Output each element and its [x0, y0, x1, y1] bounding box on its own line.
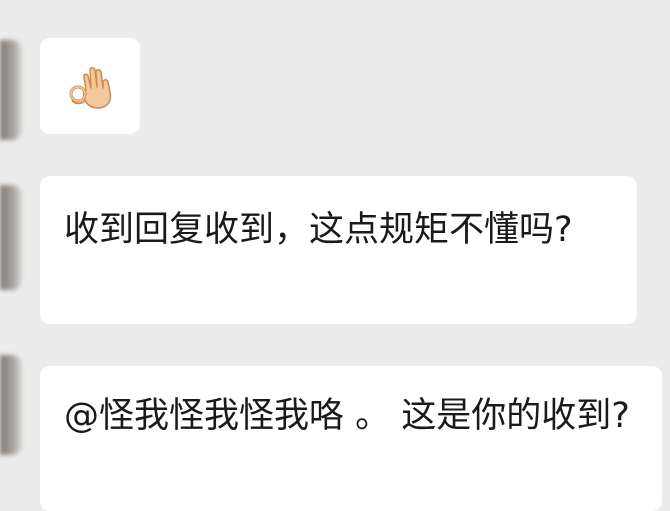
- message-text: @怪我怪我怪我咯 。 这是你的收到?: [64, 396, 630, 436]
- message-bubble-emoji[interactable]: [40, 38, 140, 134]
- message-text: 收到回复收到，这点规矩不懂吗?: [64, 210, 573, 250]
- ok-hand-icon: [69, 67, 112, 109]
- avatar[interactable]: [0, 355, 22, 455]
- message-bubble-text[interactable]: @怪我怪我怪我咯 。 这是你的收到?: [40, 366, 662, 511]
- avatar[interactable]: [0, 185, 22, 290]
- message-bubble-text[interactable]: 收到回复收到，这点规矩不懂吗?: [40, 176, 637, 324]
- chat-area: 收到回复收到，这点规矩不懂吗? @怪我怪我怪我咯 。 这是你的收到?: [0, 0, 670, 511]
- avatar[interactable]: [0, 40, 22, 140]
